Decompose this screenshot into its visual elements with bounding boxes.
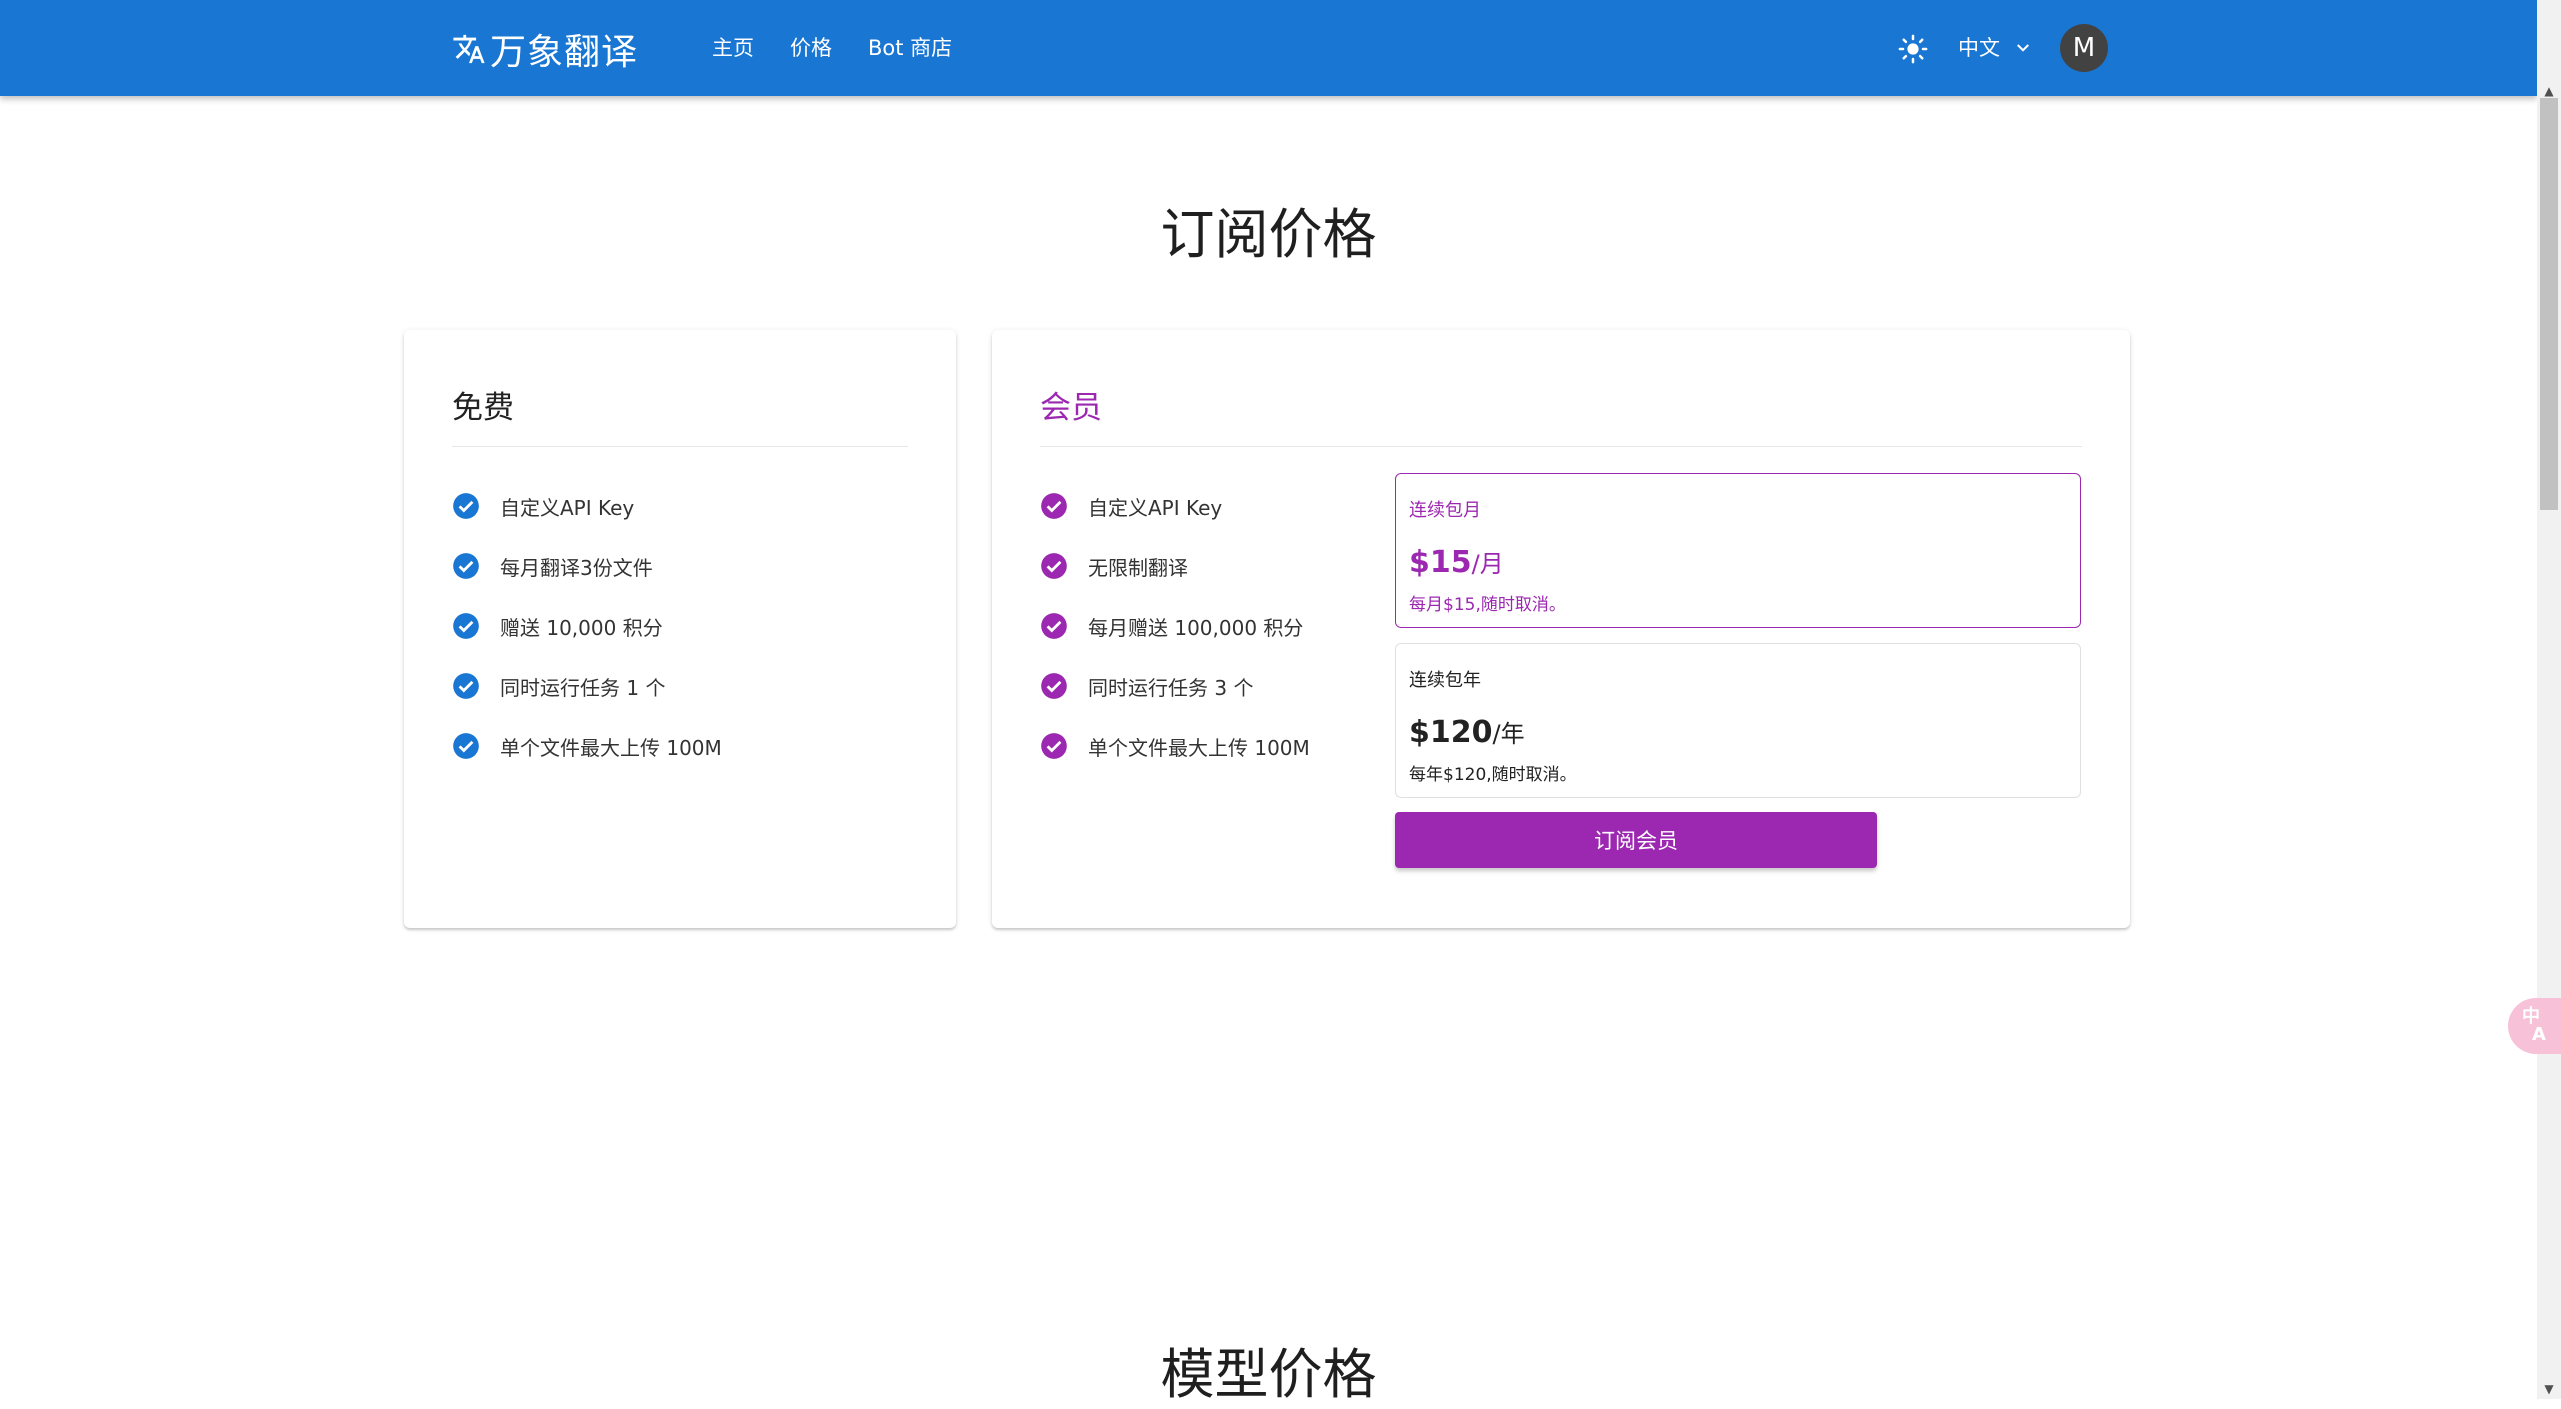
price-unit: /月 [1471,550,1504,578]
nav-pricing[interactable]: 价格 [790,30,832,66]
feature-item: 同时运行任务 1 个 [452,656,722,716]
float-label-bottom: A [2532,1024,2546,1045]
plan-price: $15/月 [1409,544,1504,580]
free-feature-list: 自定义API Key 每月翻译3份文件 赠送 10,000 积分 同时运行任务 … [452,476,722,776]
feature-text: 无限制翻译 [1088,555,1188,580]
feature-text: 赠送 10,000 积分 [500,615,663,640]
check-circle-icon [1041,553,1067,579]
subscription-title: 订阅价格 [1160,203,1377,266]
user-avatar[interactable]: M [2060,24,2108,72]
member-feature-list: 自定义API Key 无限制翻译 每月赠送 100,000 积分 同时运行任务 … [1040,476,1310,776]
plan-name: 连续包年 [1409,670,1481,691]
translate-icon: 中 A [2522,1008,2546,1044]
model-price-title: 模型价格 [1160,1343,1377,1406]
price-unit: /年 [1492,720,1525,748]
plan-description: 每月$15,随时取消。 [1409,595,1566,615]
nav-home[interactable]: 主页 [712,30,754,66]
feature-text: 每月赠送 100,000 积分 [1088,615,1304,640]
free-plan-card: 免费 自定义API Key 每月翻译3份文件 赠送 10,000 积分 同时运行… [404,330,956,928]
check-circle-icon [453,493,479,519]
feature-item: 赠送 10,000 积分 [452,596,722,656]
subscribe-button[interactable]: 订阅会员 [1395,812,1877,868]
feature-text: 单个文件最大上传 100M [1088,735,1310,760]
check-circle-icon [453,553,479,579]
check-circle-icon [453,673,479,699]
translate-icon [453,34,485,64]
app-bar: 万象翻译 主页 价格 Bot 商店 中文 M [0,0,2537,96]
nav-bot-store[interactable]: Bot 商店 [868,30,952,66]
check-circle-icon [1041,613,1067,639]
divider [452,446,908,447]
feature-item: 单个文件最大上传 100M [452,716,722,776]
scroll-down-arrow-icon[interactable]: ▼ [2541,1382,2557,1396]
check-circle-icon [1041,733,1067,759]
member-plan-card: 会员 自定义API Key 无限制翻译 每月赠送 100,000 积分 同时运行… [992,330,2130,928]
feature-text: 每月翻译3份文件 [500,555,653,580]
sun-icon[interactable] [1898,34,1928,64]
feature-item: 每月赠送 100,000 积分 [1040,596,1310,656]
feature-item: 同时运行任务 3 个 [1040,656,1310,716]
price-amount: $15 [1409,545,1472,580]
feature-text: 自定义API Key [1088,495,1223,520]
feature-item: 单个文件最大上传 100M [1040,716,1310,776]
member-plan-title: 会员 [1040,390,1102,426]
language-label: 中文 [1958,36,2000,60]
scroll-up-arrow-icon[interactable]: ▲ [2541,84,2557,98]
scrollbar-thumb[interactable] [2540,98,2558,510]
check-circle-icon [453,613,479,639]
plan-price: $120/年 [1409,714,1525,750]
chevron-down-icon [2017,44,2029,52]
check-circle-icon [453,733,479,759]
brand-name: 万象翻译 [490,32,639,73]
price-amount: $120 [1409,715,1493,750]
feature-text: 同时运行任务 3 个 [1088,675,1254,700]
feature-item: 无限制翻译 [1040,536,1310,596]
plan-option-yearly[interactable]: 连续包年 $120/年 每年$120,随时取消。 [1395,643,2081,798]
plan-name: 连续包月 [1409,500,1481,521]
feature-text: 自定义API Key [500,495,635,520]
feature-item: 每月翻译3份文件 [452,536,722,596]
plan-description: 每年$120,随时取消。 [1409,765,1577,785]
brand-logo[interactable]: 万象翻译 [452,26,639,73]
free-plan-title: 免费 [452,390,514,426]
feature-item: 自定义API Key [452,476,722,536]
language-selector[interactable]: 中文 [1958,30,2032,66]
feature-text: 同时运行任务 1 个 [500,675,666,700]
plan-option-monthly[interactable]: 连续包月 $15/月 每月$15,随时取消。 [1395,473,2081,628]
floating-translate-button[interactable]: 中 A [2508,998,2561,1054]
check-circle-icon [1041,493,1067,519]
check-circle-icon [1041,673,1067,699]
feature-item: 自定义API Key [1040,476,1310,536]
main-nav: 主页 价格 Bot 商店 [712,30,988,66]
feature-text: 单个文件最大上传 100M [500,735,722,760]
divider [1040,446,2082,447]
